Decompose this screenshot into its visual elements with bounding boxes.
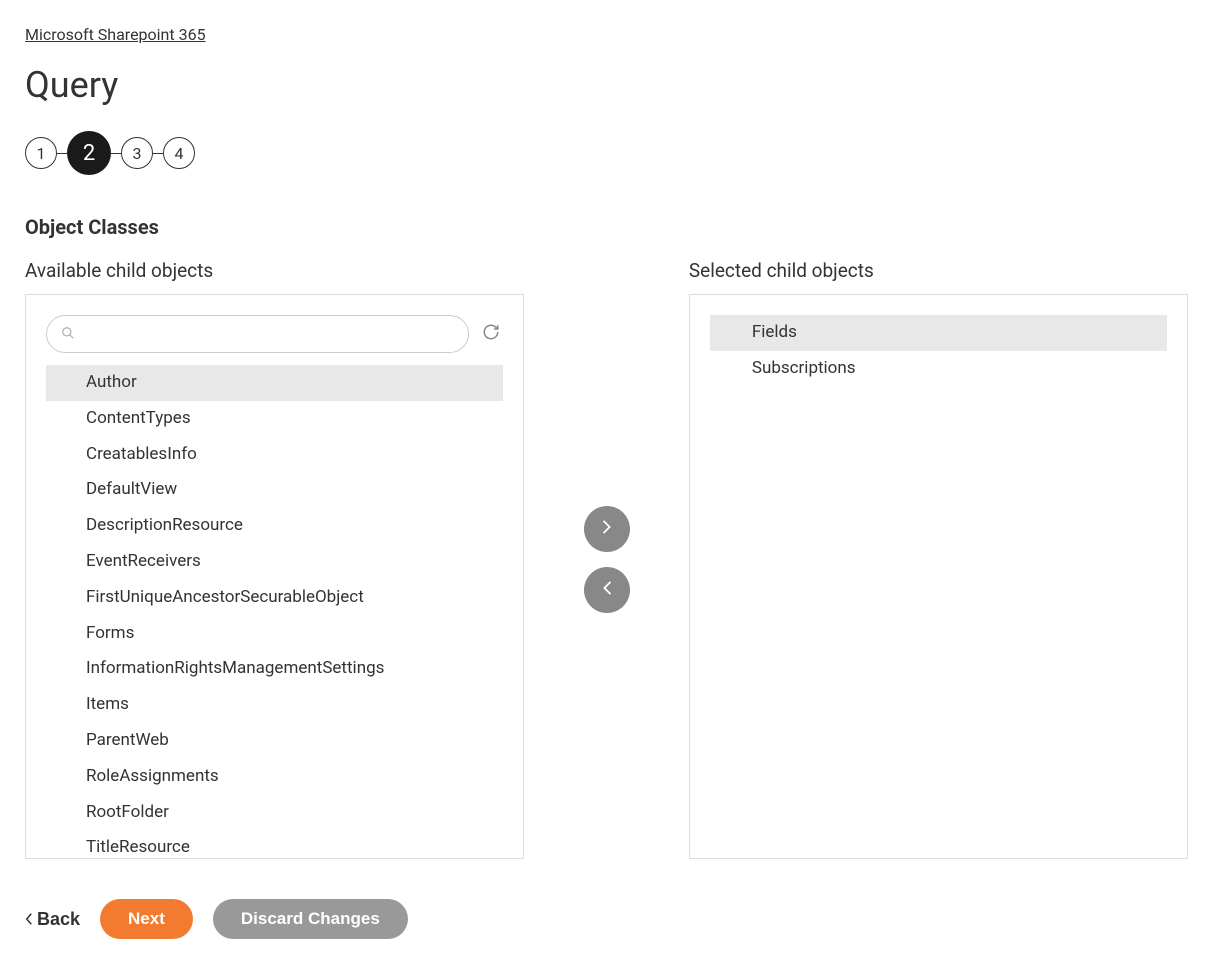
back-button[interactable]: Back [25,909,80,930]
list-item[interactable]: ContentTypes [46,401,503,437]
step-2[interactable]: 2 [67,131,111,175]
list-item[interactable]: Author [46,365,503,401]
list-item[interactable]: ParentWeb [46,723,503,759]
chevron-right-icon [602,520,612,537]
step-connector [57,153,67,154]
selected-label: Selected child objects [689,259,1188,282]
section-title: Object Classes [25,215,1188,239]
list-item[interactable]: EventReceivers [46,544,503,580]
search-icon [61,325,75,344]
step-1[interactable]: 1 [25,137,57,169]
list-item[interactable]: Subscriptions [710,351,1167,387]
step-connector [153,153,163,154]
available-column: Available child objects [25,259,524,859]
available-label: Available child objects [25,259,524,282]
selected-items-list: FieldsSubscriptions [710,315,1167,387]
transfer-controls [524,259,689,859]
selected-column: Selected child objects FieldsSubscriptio… [689,259,1188,859]
step-connector [111,153,121,154]
list-item[interactable]: FirstUniqueAncestorSecurableObject [46,580,503,616]
list-item[interactable]: Forms [46,616,503,652]
list-item[interactable]: InformationRightsManagementSettings [46,651,503,687]
discard-button[interactable]: Discard Changes [213,899,408,939]
list-item[interactable]: TitleResource [46,830,503,859]
list-item[interactable]: Items [46,687,503,723]
next-button[interactable]: Next [100,899,193,939]
selected-list-box: FieldsSubscriptions [689,294,1188,859]
breadcrumb-link[interactable]: Microsoft Sharepoint 365 [25,25,206,44]
available-items-list: AuthorContentTypesCreatablesInfoDefaultV… [46,365,503,859]
step-4[interactable]: 4 [163,137,195,169]
refresh-button[interactable] [479,322,503,346]
chevron-left-icon [25,909,33,930]
list-item[interactable]: CreatablesInfo [46,437,503,473]
list-item[interactable]: RootFolder [46,795,503,831]
back-button-label: Back [37,909,80,930]
dual-list: Available child objects [25,259,1188,859]
chevron-left-icon [602,581,612,598]
page-title: Query [25,64,1188,106]
search-input-wrap[interactable] [46,315,469,353]
step-3[interactable]: 3 [121,137,153,169]
refresh-icon [482,323,500,345]
stepper: 1234 [25,131,1188,175]
list-item[interactable]: DefaultView [46,472,503,508]
list-item[interactable]: DescriptionResource [46,508,503,544]
list-item[interactable]: Fields [710,315,1167,351]
available-list-box: AuthorContentTypesCreatablesInfoDefaultV… [25,294,524,859]
move-right-button[interactable] [584,506,630,552]
footer: Back Next Discard Changes [25,899,1188,939]
move-left-button[interactable] [584,567,630,613]
list-item[interactable]: RoleAssignments [46,759,503,795]
search-row [46,315,503,353]
search-input[interactable] [83,326,454,342]
